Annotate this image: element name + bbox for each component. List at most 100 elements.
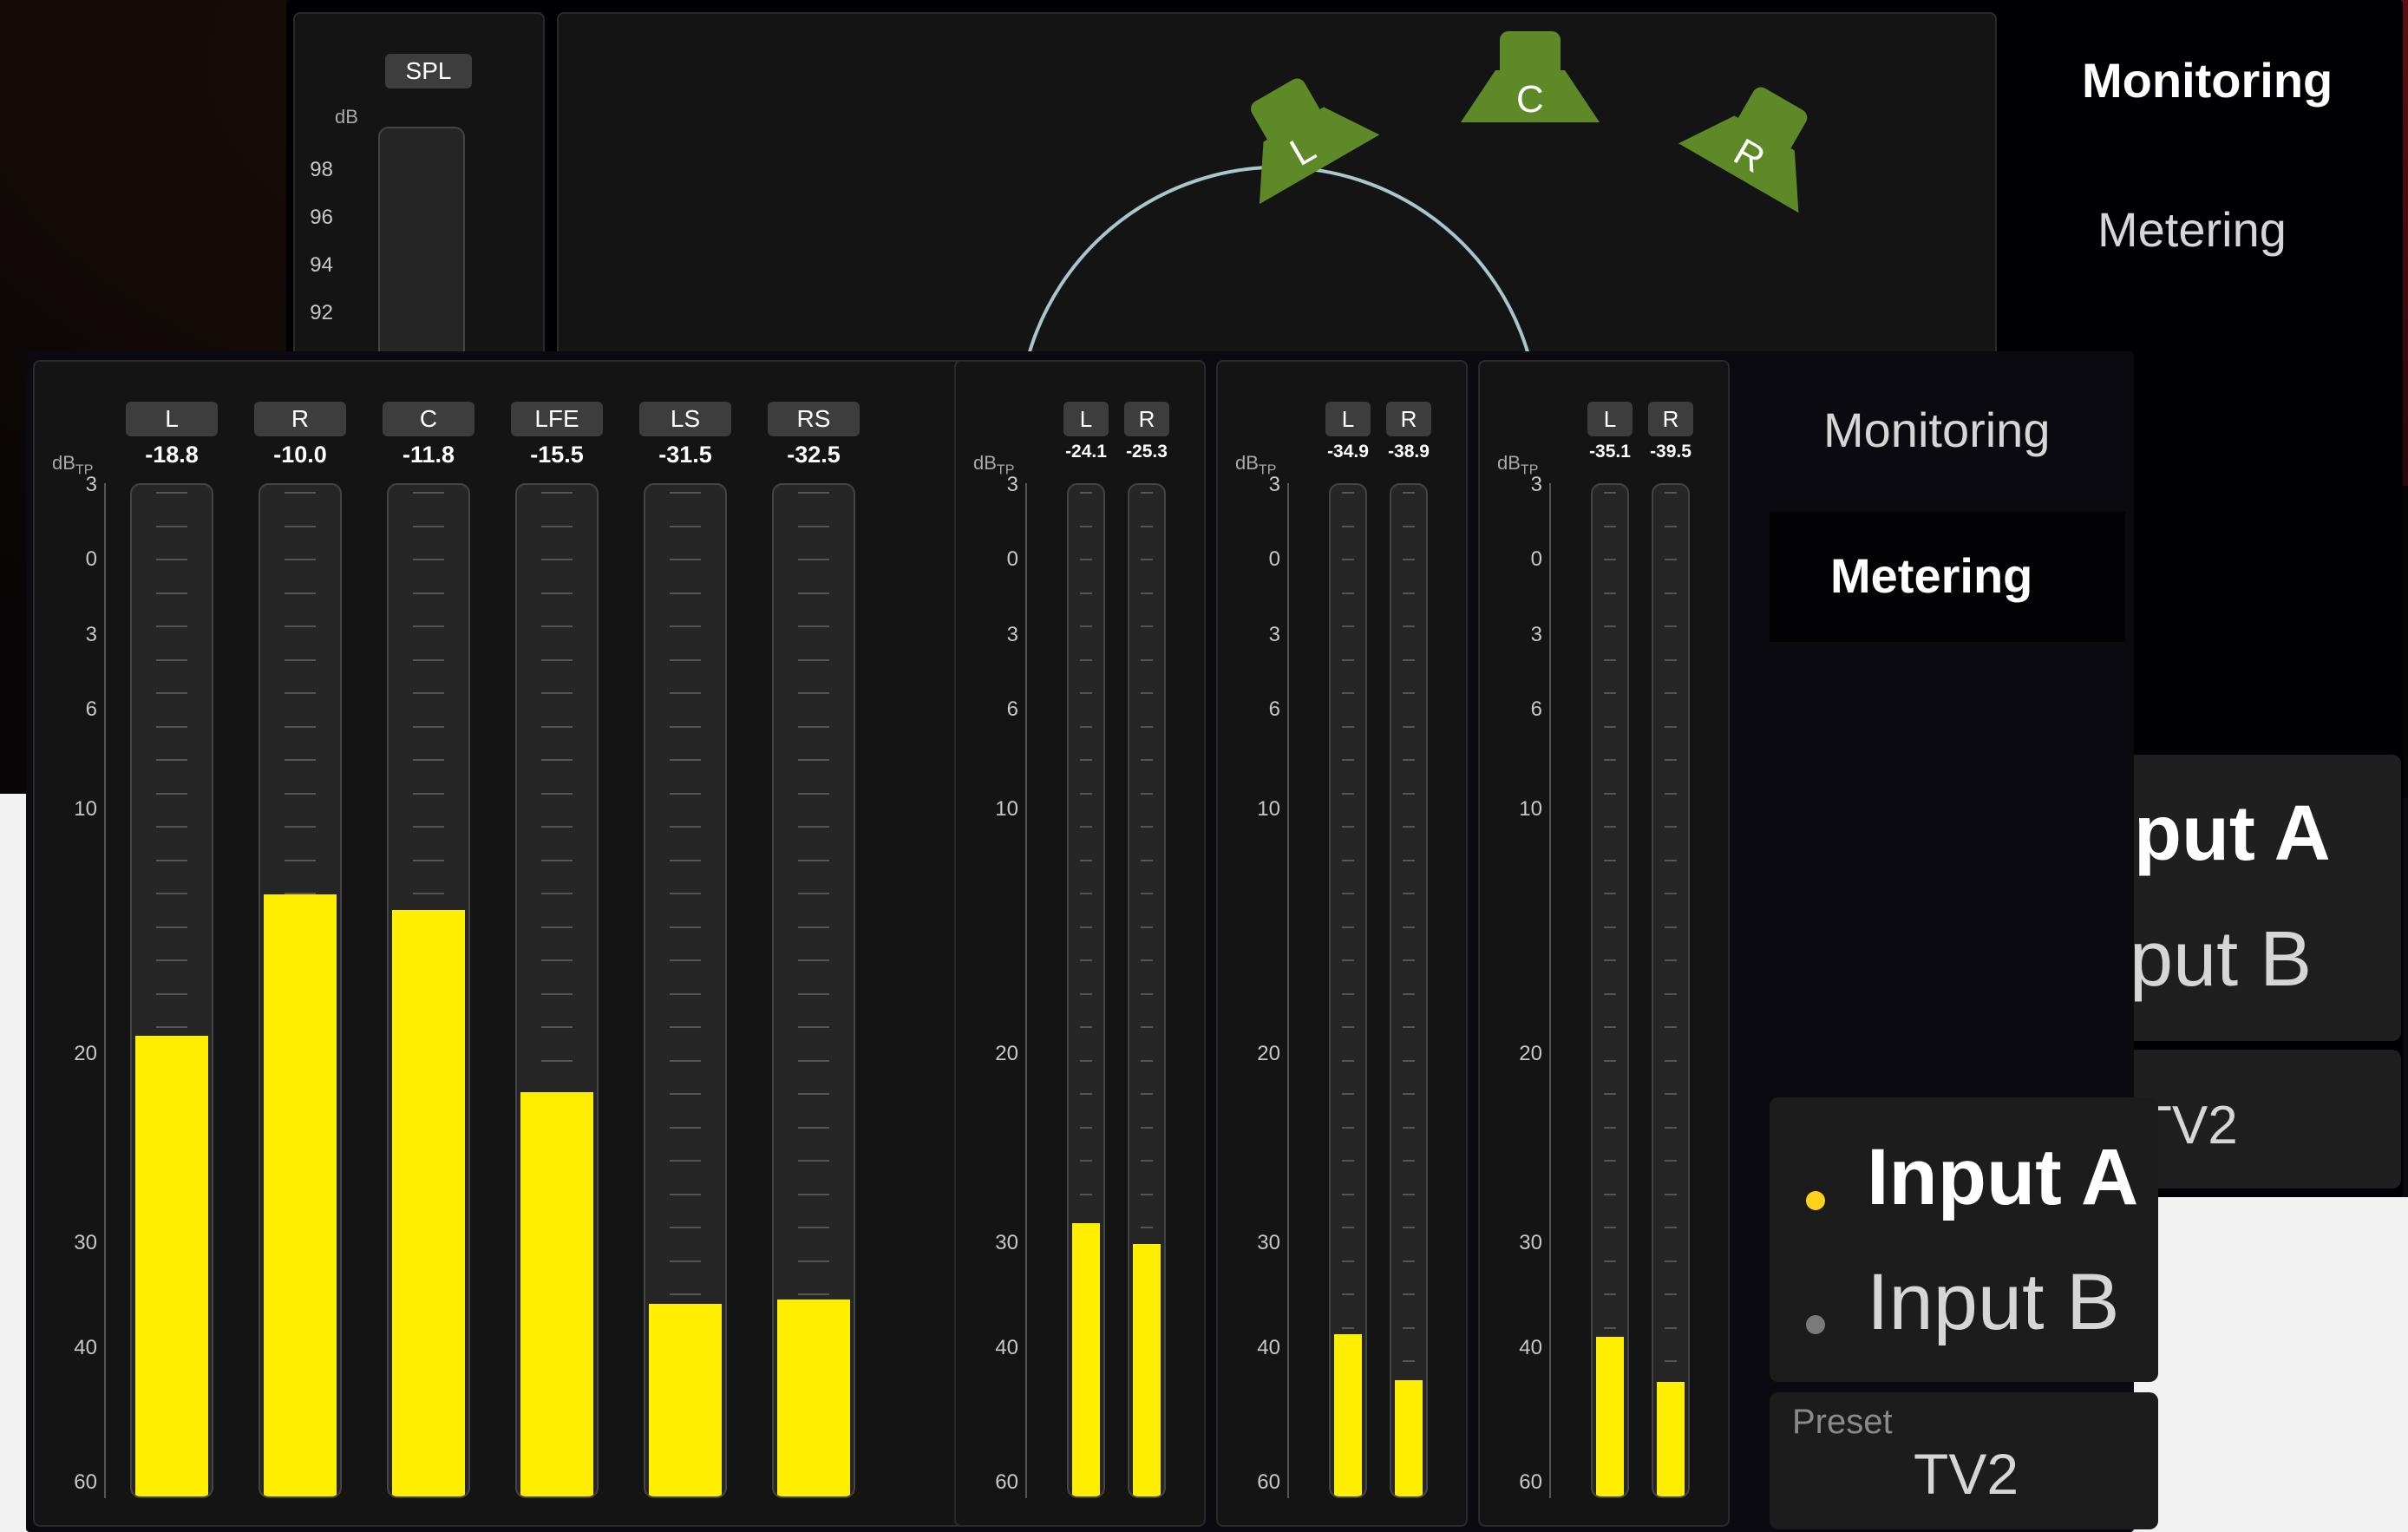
- meter-tick: [285, 759, 316, 761]
- meter-tick: [1141, 625, 1153, 627]
- meter-tick: [798, 826, 829, 828]
- menu-monitoring[interactable]: Monitoring: [1823, 402, 2050, 458]
- scale-label: 20: [1519, 1041, 1542, 1065]
- meter-tick: [541, 525, 573, 527]
- meter-tick: [1141, 859, 1153, 861]
- meter-tick: [670, 859, 701, 861]
- input-a[interactable]: Input A: [1867, 1132, 2138, 1223]
- meter-tick: [1665, 725, 1677, 728]
- scale-label: 3: [85, 622, 97, 646]
- meter-group-3: dBTP 3 0 3 6 10 20 30 40 60 L -34.9 R -38.9: [1216, 360, 1468, 1527]
- meter-tick: [1080, 759, 1092, 761]
- meter-tick: [1403, 1326, 1415, 1329]
- meter-tick: [670, 893, 701, 894]
- spl-scale-label: 92: [310, 301, 333, 324]
- meter-tick: [413, 592, 444, 594]
- scale-line: [104, 483, 106, 1498]
- meter-tick: [541, 959, 573, 961]
- meter-tick: [1080, 1126, 1092, 1129]
- meter-fill: [1657, 1382, 1685, 1496]
- meter-tick: [1403, 959, 1415, 961]
- meter-tick: [541, 1059, 573, 1062]
- meter-tick: [1342, 1126, 1354, 1129]
- input-b[interactable]: Input B: [1867, 1257, 2120, 1348]
- channel-chip-l[interactable]: L: [1325, 402, 1371, 436]
- meter-tick: [1665, 625, 1677, 627]
- meter-tick: [1403, 1059, 1415, 1062]
- scale-label: 3: [1530, 622, 1542, 646]
- channel-chip-r[interactable]: R: [1386, 402, 1431, 436]
- meter-tick: [413, 826, 444, 828]
- meter-tick: [1403, 692, 1415, 694]
- meter-tick: [1604, 1227, 1616, 1228]
- meter-fill: [1072, 1223, 1100, 1496]
- meter-tick: [413, 692, 444, 694]
- meter-tick: [1342, 1059, 1354, 1062]
- meter-tick: [156, 625, 187, 627]
- meter-tick: [1342, 893, 1354, 894]
- channel-value: -25.3: [1126, 442, 1168, 462]
- meter-tick: [156, 725, 187, 728]
- unit-main: dB: [973, 452, 997, 474]
- meter-tick: [1141, 1193, 1153, 1195]
- meter-tick: [798, 1293, 829, 1295]
- meter-tick: [1080, 1193, 1092, 1195]
- channel-chip-r[interactable]: R: [254, 402, 346, 436]
- scale-label: 20: [74, 1041, 97, 1065]
- meter-tick: [1141, 692, 1153, 694]
- meter-tick: [1665, 1193, 1677, 1195]
- preset-card[interactable]: Preset TV2: [1770, 1392, 2158, 1529]
- spl-scale-label: 96: [310, 206, 333, 229]
- meter-tick: [1080, 625, 1092, 627]
- meter-tick: [541, 492, 573, 494]
- meter-tick: [413, 525, 444, 527]
- channel-value: -35.1: [1589, 442, 1631, 462]
- meter-tick: [156, 1026, 187, 1028]
- meter-tick: [1080, 525, 1092, 527]
- scale-label: 60: [1519, 1470, 1542, 1494]
- menu-metering[interactable]: Metering: [1830, 547, 2032, 604]
- meter-tick: [798, 1193, 829, 1195]
- meter-tick: [1403, 1193, 1415, 1195]
- meter-tick: [1665, 658, 1677, 661]
- meter-tick: [670, 1227, 701, 1228]
- channel-chip-c[interactable]: C: [383, 402, 474, 436]
- channel-chip-l[interactable]: L: [1063, 402, 1109, 436]
- scale-label: 40: [995, 1335, 1018, 1359]
- level-meter-r: [1652, 483, 1690, 1498]
- channel-chip-lfe[interactable]: LFE: [511, 402, 603, 436]
- meter-tick: [1141, 559, 1153, 560]
- meter-tick: [1342, 1026, 1354, 1028]
- channel-chip-r[interactable]: R: [1648, 402, 1693, 436]
- meter-tick: [1080, 658, 1092, 661]
- channel-chip-rs[interactable]: RS: [768, 402, 860, 436]
- channel-chip-ls[interactable]: LS: [639, 402, 731, 436]
- meter-tick: [1342, 658, 1354, 661]
- scale-label: 10: [1257, 796, 1280, 821]
- meter-tick: [541, 893, 573, 894]
- meter-tick: [1342, 1293, 1354, 1295]
- meter-tick: [1141, 926, 1153, 928]
- meter-tick: [1604, 826, 1616, 828]
- meter-tick: [1342, 725, 1354, 728]
- meter-tick: [798, 1160, 829, 1162]
- meter-tick: [1665, 1293, 1677, 1295]
- back-menu-monitoring[interactable]: Monitoring: [2082, 52, 2333, 108]
- back-menu-metering[interactable]: Metering: [2097, 201, 2287, 258]
- meter-tick: [285, 658, 316, 661]
- meter-tick: [798, 1260, 829, 1262]
- meter-tick: [670, 559, 701, 560]
- scale-label: 60: [995, 1470, 1018, 1494]
- channel-value: -15.5: [530, 442, 584, 468]
- meter-tick: [1403, 859, 1415, 861]
- meter-tick: [1604, 1059, 1616, 1062]
- meter-tick: [670, 1260, 701, 1262]
- meter-tick: [798, 926, 829, 928]
- meter-tick: [1080, 559, 1092, 560]
- meter-tick: [670, 926, 701, 928]
- meter-tick: [670, 658, 701, 661]
- channel-chip-r[interactable]: R: [1124, 402, 1169, 436]
- scale-label: 30: [1519, 1231, 1542, 1254]
- channel-chip-l[interactable]: L: [1587, 402, 1633, 436]
- channel-chip-l[interactable]: L: [126, 402, 218, 436]
